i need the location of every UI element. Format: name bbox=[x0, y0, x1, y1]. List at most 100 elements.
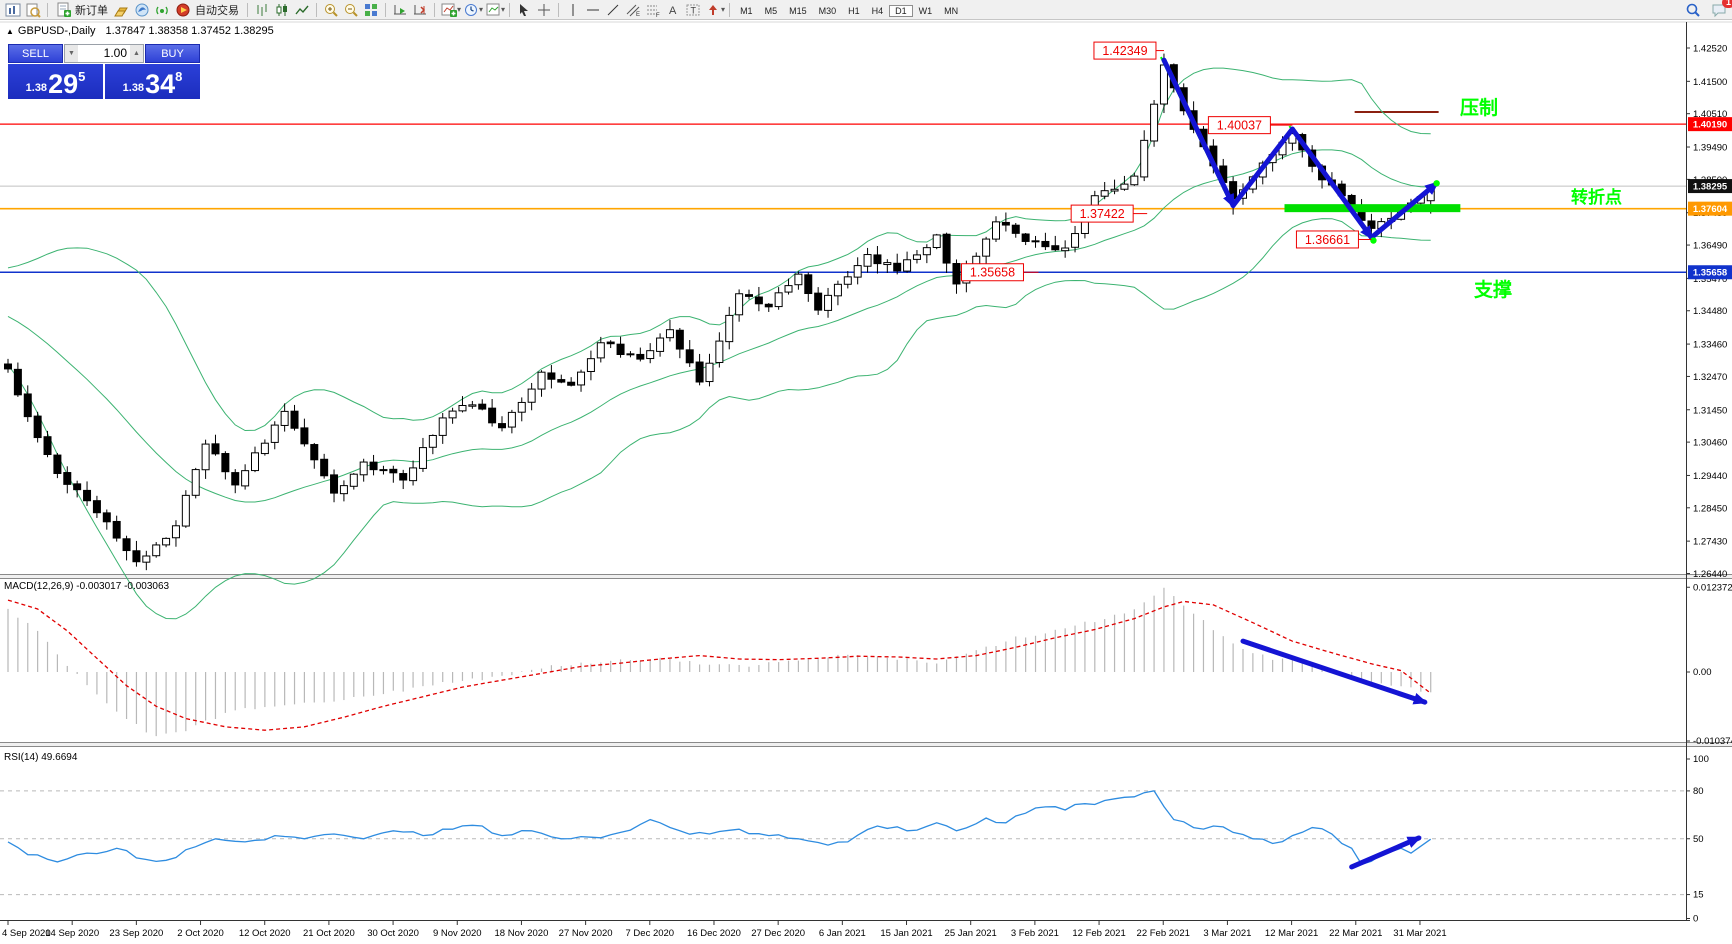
sell-button[interactable]: SELL bbox=[8, 44, 63, 63]
candle-body bbox=[192, 470, 199, 496]
support-annotation: 支撑 bbox=[1473, 278, 1512, 301]
sell-price-sup: 5 bbox=[78, 69, 85, 84]
candle-body bbox=[113, 521, 120, 538]
candle-body bbox=[64, 473, 71, 485]
price-tick-label: 1.42520 bbox=[1693, 44, 1727, 55]
macd-tick-label: 0.00 bbox=[1693, 667, 1712, 678]
candle-body bbox=[1052, 246, 1059, 250]
candle-body bbox=[1141, 140, 1148, 177]
buy-price-display[interactable]: 1.38 34 8 bbox=[105, 64, 200, 99]
candle-body bbox=[202, 444, 209, 470]
price-tick-label: 1.41500 bbox=[1693, 77, 1727, 88]
candle-body bbox=[291, 411, 298, 428]
chart-canvas[interactable]: 1.423491.400371.374221.366611.35658 0.01… bbox=[0, 0, 1732, 944]
buy-price-small: 1.38 bbox=[123, 82, 144, 94]
candle-body bbox=[736, 294, 743, 315]
date-axis[interactable]: 4 Sep 202014 Sep 202023 Sep 20202 Oct 20… bbox=[2, 921, 1447, 939]
green-dot bbox=[1370, 237, 1376, 243]
green-dot bbox=[1433, 180, 1439, 186]
price-tick-label: 1.28450 bbox=[1693, 503, 1727, 514]
main-chart-plot-area[interactable] bbox=[0, 22, 1686, 574]
buy-button[interactable]: BUY bbox=[145, 44, 200, 63]
candle-body bbox=[301, 428, 308, 444]
candle-body bbox=[953, 264, 960, 284]
date-label: 3 Mar 2021 bbox=[1203, 928, 1251, 939]
date-label: 25 Jan 2021 bbox=[945, 928, 997, 939]
date-label: 4 Sep 2020 bbox=[2, 928, 51, 939]
candle-body bbox=[321, 459, 328, 475]
price-tick-label: 1.26440 bbox=[1693, 569, 1727, 580]
candle-body bbox=[1101, 191, 1108, 197]
date-label: 6 Jan 2021 bbox=[819, 928, 866, 939]
candle-body bbox=[1032, 241, 1039, 242]
date-label: 2 Oct 2020 bbox=[177, 928, 223, 939]
candle-body bbox=[360, 462, 367, 475]
price-axis[interactable]: 1.425201.415001.405101.394901.385001.374… bbox=[1686, 44, 1732, 580]
candle-body bbox=[410, 468, 417, 481]
price-tick-label: 1.36490 bbox=[1693, 241, 1727, 252]
rsi-panel: 1008050150 bbox=[0, 754, 1709, 925]
candle-body bbox=[5, 364, 12, 369]
volume-decrease-button[interactable]: ▼ bbox=[65, 45, 78, 62]
date-label: 22 Feb 2021 bbox=[1137, 928, 1190, 939]
candle-body bbox=[380, 470, 387, 471]
candle-body bbox=[834, 284, 841, 296]
collapse-one-click-icon[interactable]: ▲ bbox=[6, 27, 14, 36]
candle-body bbox=[686, 350, 693, 363]
price-tick-label: 1.29440 bbox=[1693, 471, 1727, 482]
candle-body bbox=[508, 412, 515, 427]
candle-body bbox=[400, 474, 407, 480]
candle-body bbox=[14, 369, 21, 394]
date-label: 31 Mar 2021 bbox=[1393, 928, 1446, 939]
candle-body bbox=[74, 484, 81, 490]
date-label: 15 Jan 2021 bbox=[880, 928, 932, 939]
macd-label: MACD(12,26,9) -0.003017 -0.003063 bbox=[4, 581, 170, 592]
candle-body bbox=[795, 274, 802, 285]
candle-body bbox=[439, 418, 446, 435]
macd-tick-label: -0.010374 bbox=[1693, 736, 1732, 747]
candle-body bbox=[370, 462, 377, 470]
rsi-tick-label: 80 bbox=[1693, 786, 1704, 797]
candle-body bbox=[331, 475, 338, 493]
candle-body bbox=[429, 435, 436, 447]
sell-price-small: 1.38 bbox=[26, 82, 47, 94]
candle-body bbox=[587, 359, 594, 372]
sell-price-display[interactable]: 1.38 29 5 bbox=[8, 64, 103, 99]
candle-body bbox=[172, 526, 179, 538]
price-label-text: 1.36661 bbox=[1305, 233, 1350, 247]
volume-value[interactable]: 1.00 bbox=[78, 45, 130, 62]
candle-body bbox=[815, 293, 822, 310]
candle-body bbox=[864, 255, 871, 267]
candle-body bbox=[854, 266, 861, 278]
candle-body bbox=[1022, 234, 1029, 241]
ohlc-values: 1.37847 1.38358 1.37452 1.38295 bbox=[106, 25, 274, 37]
candle-body bbox=[558, 380, 565, 383]
candle-body bbox=[765, 304, 772, 307]
candle-body bbox=[597, 343, 604, 358]
price-label-text: 1.40037 bbox=[1217, 119, 1262, 133]
candle-body bbox=[706, 363, 713, 381]
candle-body bbox=[1072, 234, 1079, 248]
candle-body bbox=[1012, 225, 1019, 233]
price-tick-label: 1.27430 bbox=[1693, 537, 1727, 548]
candle-body bbox=[311, 445, 318, 460]
candle-body bbox=[133, 551, 140, 562]
candle-body bbox=[281, 411, 288, 425]
date-label: 30 Oct 2020 bbox=[367, 928, 419, 939]
date-label: 3 Feb 2021 bbox=[1011, 928, 1059, 939]
candle-body bbox=[1042, 241, 1049, 246]
candle-body bbox=[34, 416, 41, 437]
candle-body bbox=[933, 235, 940, 248]
resistance-annotation: 压制 bbox=[1460, 96, 1498, 119]
rsi-label: RSI(14) 49.6694 bbox=[4, 752, 78, 763]
candle-body bbox=[84, 490, 91, 500]
date-label: 12 Feb 2021 bbox=[1072, 928, 1125, 939]
date-label: 16 Dec 2020 bbox=[687, 928, 741, 939]
candle-body bbox=[785, 286, 792, 292]
rsi-tick-label: 100 bbox=[1693, 754, 1709, 765]
candle-body bbox=[716, 341, 723, 362]
volume-increase-button[interactable]: ▲ bbox=[130, 45, 143, 62]
date-label: 9 Nov 2020 bbox=[433, 928, 482, 939]
one-click-trading-panel: SELL ▼ 1.00 ▲ BUY 1.38 29 5 1.38 34 8 bbox=[8, 44, 200, 99]
candle-body bbox=[627, 354, 634, 355]
